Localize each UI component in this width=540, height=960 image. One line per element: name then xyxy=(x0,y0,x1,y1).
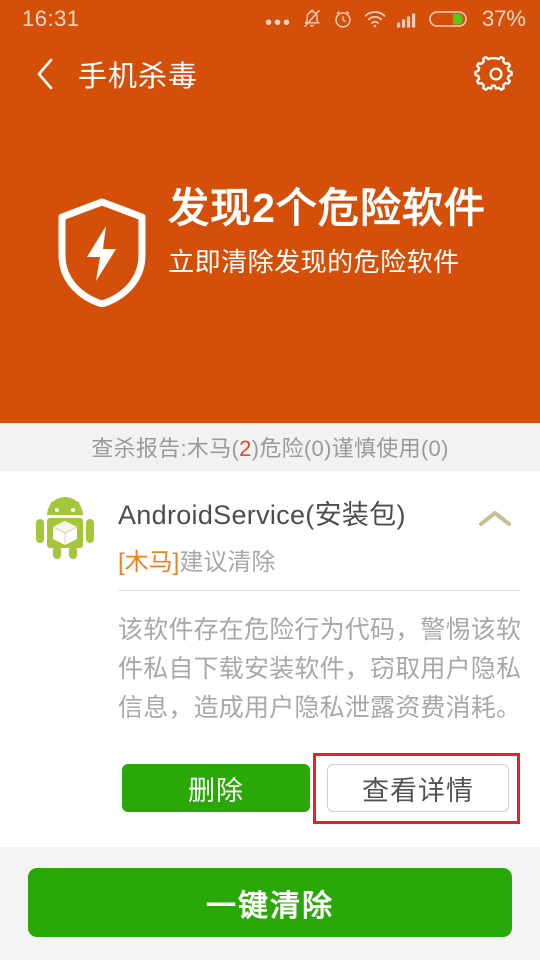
view-details-button[interactable]: 查看详情 xyxy=(327,764,509,812)
back-button[interactable] xyxy=(24,52,68,96)
battery-percent-label: 37% xyxy=(481,6,526,31)
scan-report-text: 查杀报告:木马(2)危险(0)谨慎使用(0) xyxy=(91,431,448,463)
threat-card-header[interactable]: AndroidService(安装包) [木马]建议清除 xyxy=(0,471,540,581)
status-clock: 16:31 xyxy=(22,6,80,31)
page-title: 手机杀毒 xyxy=(78,61,199,93)
one-click-clear-button[interactable]: 一键清除 xyxy=(28,868,512,937)
shield-bolt-icon xyxy=(58,198,146,308)
more-dots-icon: ••• xyxy=(264,12,292,34)
hero-subtitle: 立即清除发现的危险软件 xyxy=(168,247,460,278)
threat-tag-line: [木马]建议清除 xyxy=(118,542,406,577)
threat-app-name: AndroidService(安装包) xyxy=(118,500,406,530)
hero-section: 16:31 ••• 37% 手机杀毒 发现2个危险软件 立即清除发现的危险软件 xyxy=(0,0,540,423)
threat-description: 该软件存在危险行为代码，警惕该软件私自下载安装软件，窃取用户隐私信息，造成用户隐… xyxy=(118,616,522,722)
threat-advice-label: 建议清除 xyxy=(179,549,276,576)
chevron-left-icon xyxy=(37,58,53,90)
threat-actions: 删除 查看详情 xyxy=(0,753,540,834)
hero-content: 发现2个危险软件 立即清除发现的危险软件 xyxy=(0,185,540,312)
report-trojan-count: 2 xyxy=(239,436,252,461)
alarm-clock-icon xyxy=(335,11,351,28)
bottom-bar: 一键清除 xyxy=(0,847,540,960)
settings-button[interactable] xyxy=(472,50,520,98)
shield-icon-wrap xyxy=(54,197,150,312)
hero-title: 发现2个危险软件 xyxy=(168,185,486,231)
report-suffix: )危险(0)谨慎使用(0) xyxy=(251,436,449,461)
status-bar: 16:31 ••• 37% xyxy=(0,0,540,38)
threat-card: AndroidService(安装包) [木马]建议清除 该软件存在危险行为代码… xyxy=(0,471,540,847)
collapse-toggle-button[interactable] xyxy=(472,499,518,539)
status-icons: ••• 37% xyxy=(264,6,526,34)
hero-text: 发现2个危险软件 立即清除发现的危险软件 xyxy=(168,185,486,279)
nav-bar: 手机杀毒 xyxy=(0,40,540,108)
battery-icon xyxy=(429,11,467,27)
scan-report-strip: 查杀报告:木马(2)危险(0)谨慎使用(0) xyxy=(0,423,540,471)
wifi-icon xyxy=(364,11,386,28)
gear-icon xyxy=(474,55,513,91)
threat-meta: AndroidService(安装包) [木马]建议清除 xyxy=(118,493,406,577)
report-prefix: 查杀报告:木马( xyxy=(91,436,240,461)
bell-muted-icon xyxy=(304,9,320,28)
android-package-icon xyxy=(34,493,96,563)
signal-bars-icon xyxy=(396,13,416,28)
card-divider xyxy=(118,590,520,591)
chevron-up-icon xyxy=(479,511,511,526)
threat-type-tag: [木马] xyxy=(118,549,180,576)
delete-button[interactable]: 删除 xyxy=(122,764,310,812)
